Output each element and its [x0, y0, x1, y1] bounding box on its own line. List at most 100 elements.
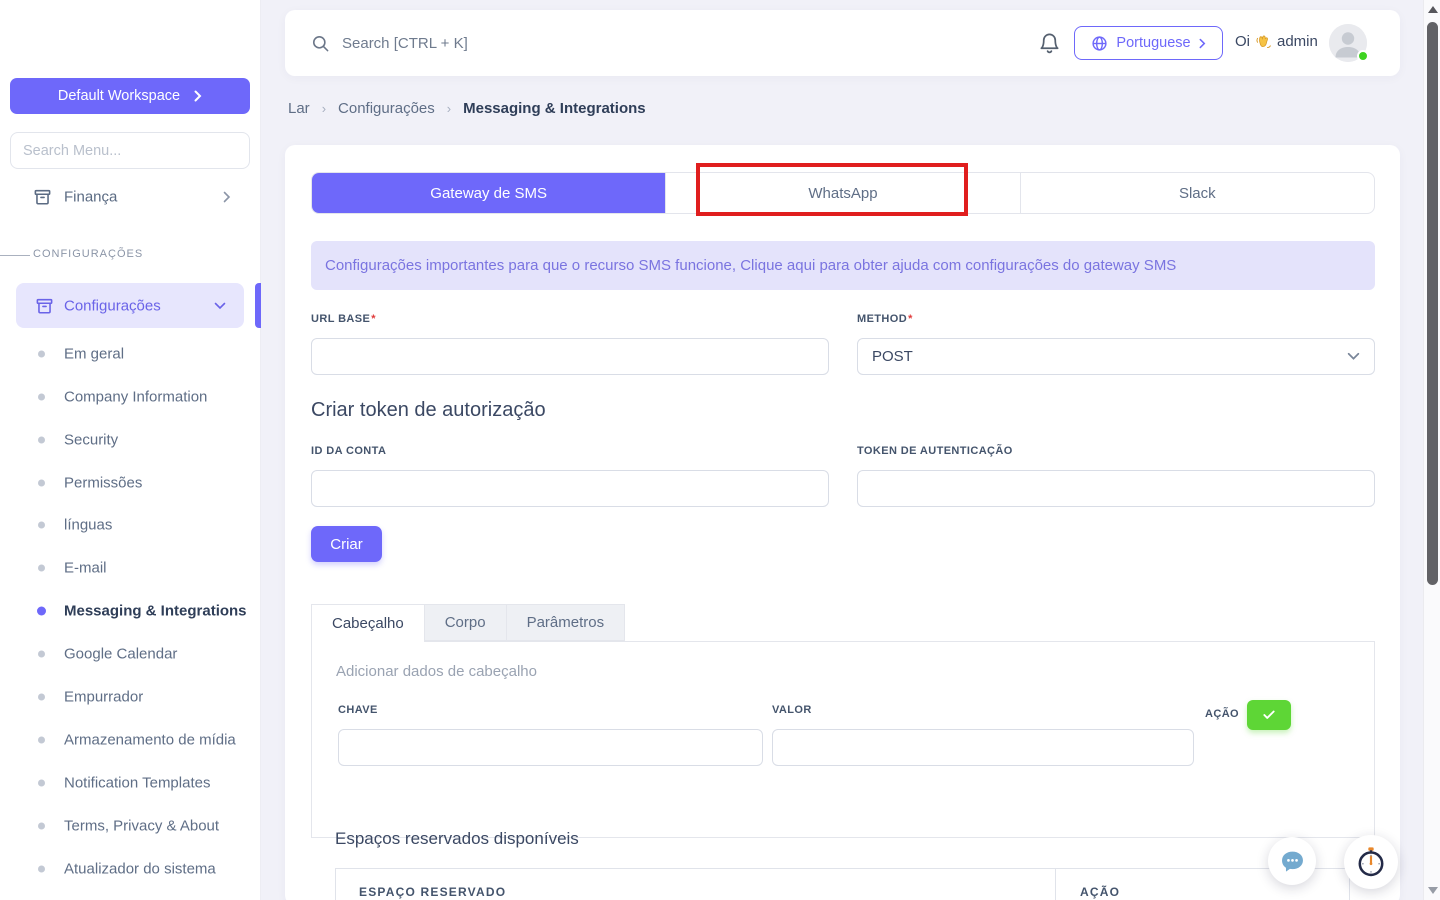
app-root: Default Workspace Finança CONFIGURAÇÕES …	[0, 0, 1440, 900]
settings-card: Gateway de SMS WhatsApp Slack Configuraç…	[285, 145, 1400, 900]
subtab-parametros[interactable]: Parâmetros	[507, 604, 626, 641]
language-selector-button[interactable]: Portuguese	[1074, 26, 1223, 60]
account-id-input[interactable]	[311, 470, 829, 507]
placeholders-heading: Espaços reservados disponíveis	[335, 829, 579, 849]
method-label: METHOD*	[857, 313, 913, 325]
url-base-input[interactable]	[311, 338, 829, 375]
chevron-right-icon: ›	[322, 101, 326, 116]
page-scrollbar[interactable]	[1423, 0, 1440, 900]
checkmark-icon	[1261, 708, 1277, 722]
scroll-up-arrow-icon[interactable]	[1428, 6, 1438, 13]
sidebar-item-label: Company Information	[64, 388, 207, 405]
subtab-cabecalho[interactable]: Cabeçalho	[311, 604, 425, 642]
request-subtabs: Cabeçalho Corpo Parâmetros	[311, 604, 625, 642]
sidebar-item-google-calendar[interactable]: Google Calendar	[0, 632, 261, 675]
chat-support-button[interactable]	[1268, 837, 1316, 885]
sidebar-item-label: Permissões	[64, 474, 142, 491]
method-value: POST	[872, 348, 913, 365]
bullet-icon	[38, 393, 45, 400]
header-data-panel: Adicionar dados de cabeçalho CHAVE VALOR…	[311, 641, 1375, 838]
online-status-dot	[1357, 50, 1369, 62]
sidebar-item-label: Finança	[64, 189, 117, 206]
bullet-icon	[38, 436, 45, 443]
create-token-button[interactable]: Criar	[311, 526, 382, 562]
sidebar-item-company-information[interactable]: Company Information	[0, 375, 261, 418]
sidebar-item-security[interactable]: Security	[0, 418, 261, 461]
header-key-input[interactable]	[338, 729, 763, 766]
sidebar: Default Workspace Finança CONFIGURAÇÕES …	[0, 0, 261, 900]
key-label: CHAVE	[338, 704, 378, 716]
column-header-acao: AÇÃO	[1080, 885, 1120, 899]
user-avatar[interactable]	[1329, 24, 1367, 62]
subtab-corpo[interactable]: Corpo	[425, 604, 507, 641]
sidebar-section-configuracoes: CONFIGURAÇÕES	[0, 248, 261, 262]
value-label: VALOR	[772, 704, 812, 716]
search-icon	[311, 34, 330, 53]
method-select[interactable]: POST	[857, 338, 1375, 375]
global-search-input[interactable]	[342, 35, 702, 52]
archive-box-icon	[35, 296, 54, 315]
section-dash	[0, 255, 30, 256]
sidebar-item-em-geral[interactable]: Em geral	[0, 332, 261, 375]
sidebar-item-armazenamento[interactable]: Armazenamento de mídia	[0, 718, 261, 761]
sidebar-item-permissoes[interactable]: Permissões	[0, 461, 261, 504]
sidebar-item-linguas[interactable]: línguas	[0, 503, 261, 546]
sidebar-item-email[interactable]: E-mail	[0, 546, 261, 589]
sidebar-item-financa[interactable]: Finança	[0, 180, 261, 214]
chevron-right-icon	[223, 191, 231, 203]
archive-box-icon	[33, 188, 52, 207]
time-tracker-button[interactable]	[1344, 835, 1398, 889]
chevron-right-icon	[1199, 38, 1206, 49]
sidebar-item-label: Messaging & Integrations	[64, 602, 247, 619]
breadcrumb-configuracoes[interactable]: Configurações	[338, 100, 435, 117]
active-item-accent-bar	[255, 283, 261, 328]
sidebar-item-label: Notification Templates	[64, 774, 210, 791]
notifications-bell-icon[interactable]	[1038, 31, 1061, 55]
waving-hand-icon	[1254, 32, 1273, 51]
sidebar-item-label: Terms, Privacy & About	[64, 817, 219, 834]
scrollbar-thumb[interactable]	[1427, 22, 1438, 585]
bullet-icon	[38, 564, 45, 571]
bullet-icon	[37, 606, 46, 615]
username-text: admin	[1277, 33, 1318, 50]
sidebar-item-label: Em geral	[64, 345, 124, 362]
required-asterisk: *	[371, 313, 376, 325]
token-section-heading: Criar token de autorização	[311, 399, 546, 422]
bullet-icon	[38, 865, 45, 872]
header-value-input[interactable]	[772, 729, 1194, 766]
chevron-down-icon	[214, 302, 226, 310]
sidebar-item-label: Configurações	[64, 297, 161, 314]
auth-token-label: TOKEN DE AUTENTICAÇÃO	[857, 445, 1013, 457]
stopwatch-icon	[1355, 846, 1387, 878]
tab-gateway-sms[interactable]: Gateway de SMS	[312, 173, 665, 213]
user-greeting: Oi admin	[1235, 32, 1318, 51]
breadcrumb-home[interactable]: Lar	[288, 100, 310, 117]
sidebar-item-label: Google Calendar	[64, 645, 177, 662]
sidebar-item-label: Empurrador	[64, 688, 143, 705]
info-banner-text: Configurações importantes para que o rec…	[325, 257, 1176, 274]
bullet-icon	[38, 479, 45, 486]
sidebar-item-messaging-integrations[interactable]: Messaging & Integrations	[0, 589, 261, 632]
bullet-icon	[38, 822, 45, 829]
confirm-header-row-button[interactable]	[1247, 700, 1291, 730]
sidebar-item-terms-privacy[interactable]: Terms, Privacy & About	[0, 804, 261, 847]
add-header-title: Adicionar dados de cabeçalho	[336, 663, 537, 680]
sidebar-item-empurrador[interactable]: Empurrador	[0, 675, 261, 718]
bullet-icon	[38, 736, 45, 743]
sidebar-item-atualizador[interactable]: Atualizador do sistema	[0, 847, 261, 890]
chevron-right-icon	[194, 90, 202, 102]
section-label: CONFIGURAÇÕES	[33, 248, 143, 260]
tab-slack[interactable]: Slack	[1020, 173, 1374, 213]
bullet-icon	[38, 521, 45, 528]
globe-icon	[1091, 35, 1108, 52]
sidebar-item-notification-templates[interactable]: Notification Templates	[0, 761, 261, 804]
sidebar-item-configuracoes[interactable]: Configurações	[16, 283, 244, 328]
chat-bubble-icon	[1279, 848, 1306, 875]
workspace-switcher-button[interactable]: Default Workspace	[10, 78, 250, 114]
sidebar-search-input[interactable]	[10, 132, 250, 169]
auth-token-input[interactable]	[857, 470, 1375, 507]
bullet-icon	[38, 779, 45, 786]
placeholders-table: ESPAÇO RESERVADO AÇÃO	[335, 868, 1350, 900]
scroll-down-arrow-icon[interactable]	[1428, 887, 1438, 894]
tab-whatsapp[interactable]: WhatsApp	[665, 173, 1019, 213]
